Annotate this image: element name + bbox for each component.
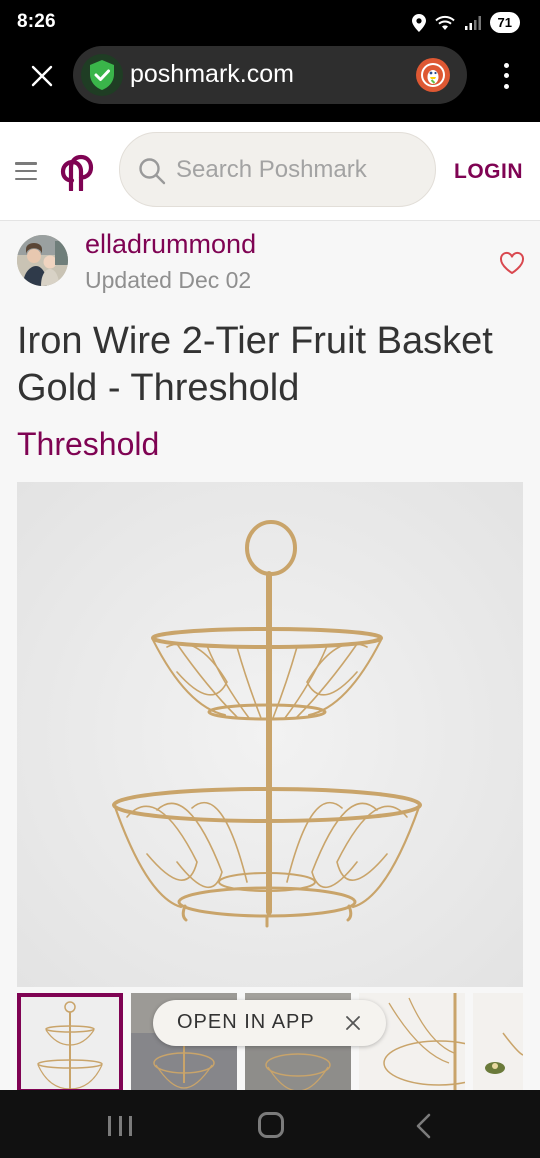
seller-username[interactable]: elladrummond (85, 229, 256, 260)
url-text: poshmark.com (130, 60, 294, 88)
search-bar[interactable] (119, 132, 436, 207)
recent-apps-icon[interactable] (108, 1116, 132, 1136)
product-image[interactable] (17, 482, 523, 987)
battery-indicator: 71 (489, 12, 520, 33)
close-icon[interactable] (346, 1016, 360, 1030)
heart-icon[interactable] (499, 251, 525, 275)
hamburger-menu-icon[interactable] (15, 162, 37, 180)
system-navigation-bar (0, 1090, 540, 1158)
overflow-menu-icon[interactable] (498, 60, 514, 92)
close-icon (31, 65, 53, 87)
status-bar: 8:26 71 (0, 0, 540, 46)
signal-icon (464, 15, 481, 30)
address-bar[interactable]: poshmark.com (73, 46, 467, 104)
back-icon[interactable] (414, 1113, 432, 1139)
login-link[interactable]: LOGIN (454, 160, 523, 184)
seller-avatar[interactable] (17, 235, 68, 286)
web-page: LOGIN elladrummond Updated Dec 02 Iron W… (0, 122, 540, 1090)
site-header: LOGIN (0, 122, 540, 221)
privacy-shield-icon[interactable] (81, 54, 123, 96)
status-icons: 71 (411, 12, 520, 33)
duckduckgo-icon[interactable] (416, 58, 450, 92)
thumbnail-5[interactable] (473, 993, 523, 1090)
thumbnail-1[interactable] (17, 993, 123, 1090)
browser-toolbar: poshmark.com (0, 46, 540, 122)
close-tab-button[interactable] (26, 60, 58, 92)
wifi-icon (434, 15, 455, 30)
poshmark-logo-icon[interactable] (60, 153, 94, 191)
seller-info: elladrummond Updated Dec 02 (0, 221, 540, 311)
open-in-app-banner[interactable]: OPEN IN APP (153, 1000, 386, 1046)
status-time: 8:26 (17, 11, 56, 32)
brand-link[interactable]: Threshold (17, 426, 159, 463)
listing-title: Iron Wire 2-Tier Fruit Basket Gold - Thr… (17, 320, 493, 409)
search-input[interactable] (176, 153, 416, 187)
open-in-app-label[interactable]: OPEN IN APP (177, 1011, 315, 1034)
updated-date: Updated Dec 02 (85, 267, 252, 293)
home-icon[interactable] (258, 1112, 284, 1138)
location-icon (411, 13, 426, 32)
search-icon (139, 158, 166, 185)
